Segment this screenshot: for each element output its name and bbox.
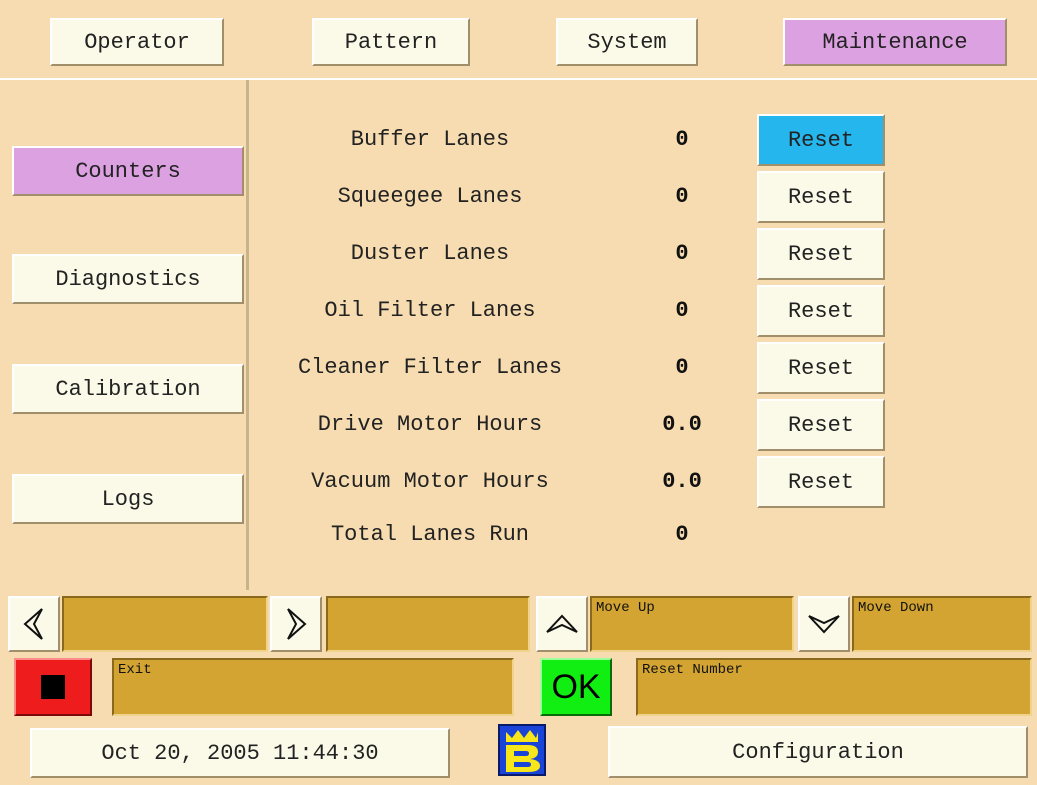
reset-button-duster[interactable]: Reset	[757, 228, 885, 280]
counter-label-oil-filter: Oil Filter Lanes	[324, 298, 536, 323]
move-up-button[interactable]	[536, 596, 588, 652]
reset-number-strip: Reset Number	[636, 658, 1032, 716]
counter-value-buffer: 0	[675, 127, 689, 152]
counter-label-vacuum-motor: Vacuum Motor Hours	[311, 469, 549, 494]
down-arrow-icon	[808, 615, 840, 634]
reset-button-drive-motor[interactable]: Reset	[757, 399, 885, 451]
configuration-button[interactable]: Configuration	[608, 726, 1028, 778]
counter-value-squeegee: 0	[675, 184, 689, 209]
exit-button[interactable]	[14, 658, 92, 716]
counter-value-vacuum-motor: 0.0	[662, 469, 702, 494]
move-up-label: Move Up	[596, 600, 655, 616]
side-tab-logs[interactable]: Logs	[12, 474, 244, 524]
left-arrow-button[interactable]	[8, 596, 60, 652]
counter-label-duster: Duster Lanes	[350, 241, 510, 266]
counter-value-total-lanes: 0	[675, 522, 689, 547]
tab-system[interactable]: System	[556, 18, 698, 66]
side-panel-divider	[246, 80, 249, 592]
right-arrow-icon	[287, 608, 307, 640]
move-down-strip: Move Down	[852, 596, 1032, 652]
side-tab-calibration[interactable]: Calibration	[12, 364, 244, 414]
reset-number-label: Reset Number	[642, 662, 743, 678]
move-down-button[interactable]	[798, 596, 850, 652]
up-arrow-icon	[546, 614, 578, 633]
exit-label: Exit	[118, 662, 152, 678]
top-divider	[0, 78, 1037, 80]
counter-value-duster: 0	[675, 241, 689, 266]
ok-button[interactable]: OK	[540, 658, 612, 716]
stop-icon	[41, 675, 65, 699]
reset-button-vacuum-motor[interactable]: Reset	[757, 456, 885, 508]
right-arrow-strip	[326, 596, 530, 652]
counter-label-buffer: Buffer Lanes	[350, 127, 510, 152]
counter-value-cleaner-filter: 0	[675, 355, 689, 380]
brand-logo	[498, 724, 546, 776]
datetime-display: Oct 20, 2005 11:44:30	[30, 728, 450, 778]
side-tab-diagnostics[interactable]: Diagnostics	[12, 254, 244, 304]
tab-pattern[interactable]: Pattern	[312, 18, 470, 66]
counter-label-total-lanes: Total Lanes Run	[330, 522, 530, 547]
reset-button-cleaner-filter[interactable]: Reset	[757, 342, 885, 394]
move-down-label: Move Down	[858, 600, 934, 616]
right-arrow-button[interactable]	[270, 596, 322, 652]
reset-button-buffer[interactable]: Reset	[757, 114, 885, 166]
exit-strip: Exit	[112, 658, 514, 716]
reset-button-oil-filter[interactable]: Reset	[757, 285, 885, 337]
left-arrow-strip	[62, 596, 268, 652]
move-up-strip: Move Up	[590, 596, 794, 652]
counter-value-oil-filter: 0	[675, 298, 689, 323]
counter-value-drive-motor: 0.0	[662, 412, 702, 437]
counter-label-drive-motor: Drive Motor Hours	[317, 412, 543, 437]
counter-label-cleaner-filter: Cleaner Filter Lanes	[297, 355, 563, 380]
reset-button-squeegee[interactable]: Reset	[757, 171, 885, 223]
brand-logo-icon	[506, 730, 540, 772]
tab-operator[interactable]: Operator	[50, 18, 224, 66]
side-tab-counters[interactable]: Counters	[12, 146, 244, 196]
tab-maintenance[interactable]: Maintenance	[783, 18, 1007, 66]
counter-label-squeegee: Squeegee Lanes	[337, 184, 523, 209]
left-arrow-icon	[23, 608, 43, 640]
